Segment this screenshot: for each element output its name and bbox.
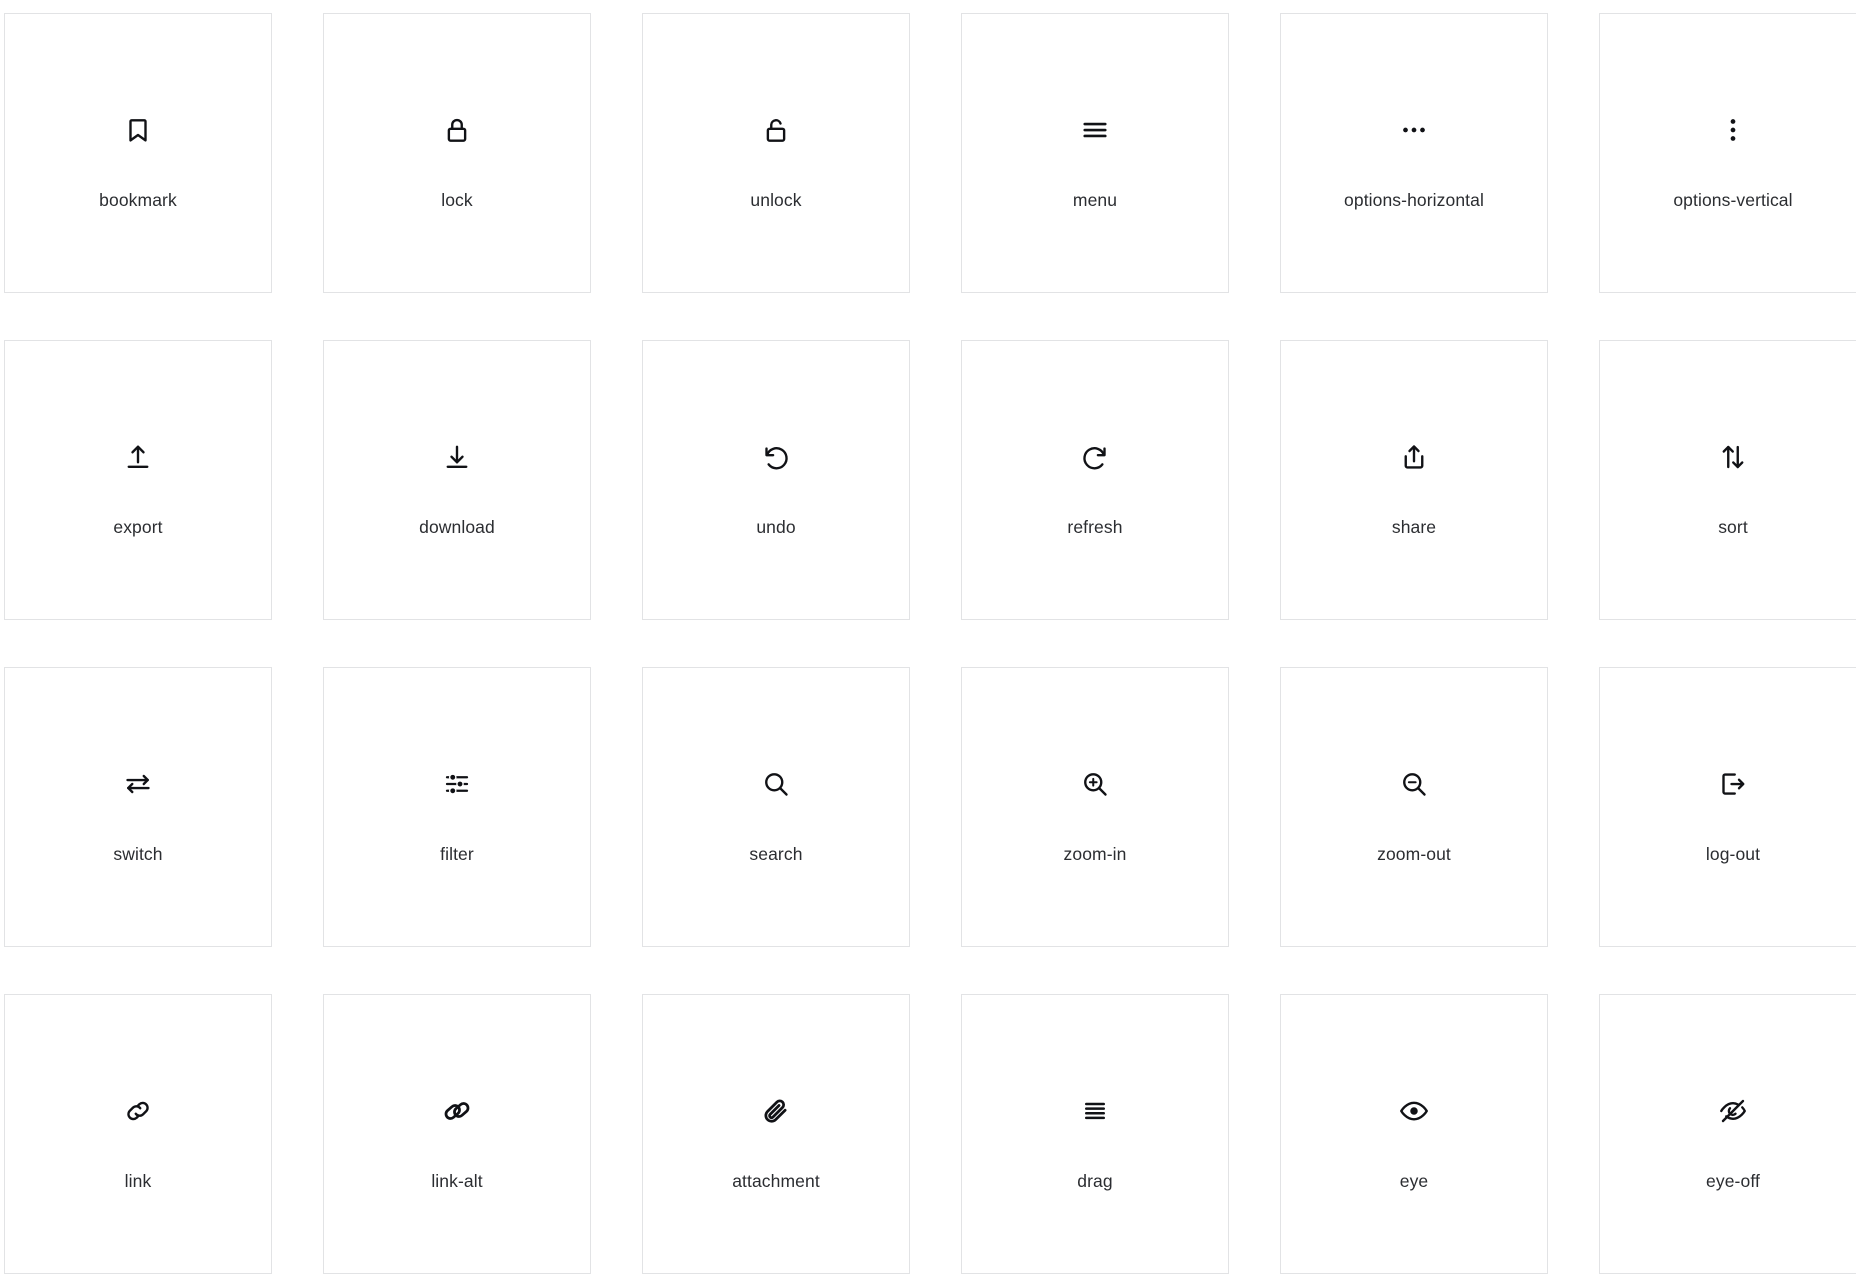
lock-icon xyxy=(324,110,590,150)
icon-card-log-out[interactable]: log-out xyxy=(1599,667,1856,947)
icon-label: log-out xyxy=(1705,844,1761,864)
icon-label: link xyxy=(124,1171,152,1191)
link-icon xyxy=(5,1091,271,1131)
icon-card-switch[interactable]: switch xyxy=(4,667,272,947)
zoom-out-icon xyxy=(1281,764,1547,804)
icon-label: share xyxy=(1391,517,1437,537)
icon-card-attachment[interactable]: attachment xyxy=(642,994,910,1274)
icon-card-link-alt[interactable]: link-alt xyxy=(323,994,591,1274)
icon-gallery-grid: bookmark lock unlock menu options-horizo… xyxy=(0,0,1856,1280)
icon-label: attachment xyxy=(732,1171,820,1191)
icon-label: drag xyxy=(1077,1171,1113,1191)
attachment-icon xyxy=(643,1091,909,1131)
undo-icon xyxy=(643,437,909,477)
switch-icon xyxy=(5,764,271,804)
zoom-in-icon xyxy=(962,764,1228,804)
share-icon xyxy=(1281,437,1547,477)
icon-label: zoom-out xyxy=(1377,844,1451,864)
icon-card-options-vertical[interactable]: options-vertical xyxy=(1599,13,1856,293)
icon-label: export xyxy=(113,517,163,537)
eye-icon xyxy=(1281,1091,1547,1131)
icon-card-share[interactable]: share xyxy=(1280,340,1548,620)
icon-card-link[interactable]: link xyxy=(4,994,272,1274)
icon-card-export[interactable]: export xyxy=(4,340,272,620)
menu-icon xyxy=(962,110,1228,150)
eye-off-icon xyxy=(1600,1091,1856,1131)
icon-card-search[interactable]: search xyxy=(642,667,910,947)
icon-label: refresh xyxy=(1067,517,1123,537)
icon-card-filter[interactable]: filter xyxy=(323,667,591,947)
link-alt-icon xyxy=(324,1091,590,1131)
sort-icon xyxy=(1600,437,1856,477)
export-icon xyxy=(5,437,271,477)
download-icon xyxy=(324,437,590,477)
icon-label: eye xyxy=(1399,1171,1429,1191)
icon-card-eye[interactable]: eye xyxy=(1280,994,1548,1274)
icon-card-options-horizontal[interactable]: options-horizontal xyxy=(1280,13,1548,293)
icon-label: download xyxy=(419,517,495,537)
bookmark-icon xyxy=(5,110,271,150)
drag-icon xyxy=(962,1091,1228,1131)
icon-card-download[interactable]: download xyxy=(323,340,591,620)
unlock-icon xyxy=(643,110,909,150)
icon-label: menu xyxy=(1072,190,1118,210)
options-vertical-icon xyxy=(1600,110,1856,150)
icon-card-menu[interactable]: menu xyxy=(961,13,1229,293)
filter-icon xyxy=(324,764,590,804)
icon-label: search xyxy=(749,844,803,864)
refresh-icon xyxy=(962,437,1228,477)
icon-card-sort[interactable]: sort xyxy=(1599,340,1856,620)
icon-label: options-horizontal xyxy=(1344,190,1484,210)
icon-card-undo[interactable]: undo xyxy=(642,340,910,620)
icon-card-refresh[interactable]: refresh xyxy=(961,340,1229,620)
icon-label: lock xyxy=(441,190,473,210)
icon-card-zoom-out[interactable]: zoom-out xyxy=(1280,667,1548,947)
icon-label: filter xyxy=(440,844,474,864)
icon-label: zoom-in xyxy=(1063,844,1127,864)
icon-card-bookmark[interactable]: bookmark xyxy=(4,13,272,293)
log-out-icon xyxy=(1600,764,1856,804)
icon-label: undo xyxy=(756,517,796,537)
icon-label: link-alt xyxy=(431,1171,483,1191)
icon-label: options-vertical xyxy=(1673,190,1793,210)
icon-label: bookmark xyxy=(99,190,177,210)
icon-card-eye-off[interactable]: eye-off xyxy=(1599,994,1856,1274)
icon-card-unlock[interactable]: unlock xyxy=(642,13,910,293)
icon-label: unlock xyxy=(750,190,802,210)
icon-label: eye-off xyxy=(1706,1171,1760,1191)
search-icon xyxy=(643,764,909,804)
icon-card-drag[interactable]: drag xyxy=(961,994,1229,1274)
icon-card-lock[interactable]: lock xyxy=(323,13,591,293)
options-horizontal-icon xyxy=(1281,110,1547,150)
icon-card-zoom-in[interactable]: zoom-in xyxy=(961,667,1229,947)
icon-label: sort xyxy=(1718,517,1748,537)
icon-label: switch xyxy=(113,844,163,864)
